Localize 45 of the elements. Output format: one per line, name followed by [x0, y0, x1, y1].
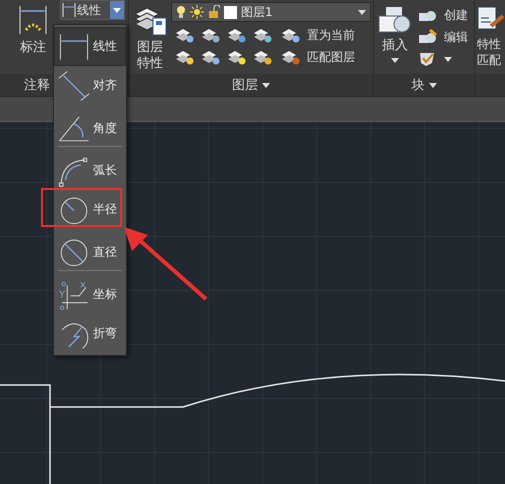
layer-tool-button[interactable]: 匹配图层 — [281, 46, 355, 68]
lightbulb-icon — [176, 5, 186, 19]
block-icon — [418, 29, 438, 45]
caret-icon — [113, 8, 121, 12]
menu-item[interactable]: 弧长 — [54, 151, 126, 190]
layer-tool-icon — [253, 48, 273, 66]
caret-icon — [444, 56, 452, 62]
block-tool-button[interactable]: 创建 — [418, 4, 468, 26]
caret-icon — [428, 82, 436, 88]
menu-item[interactable]: 对齐 — [54, 66, 126, 105]
layer-tool-icon — [175, 48, 195, 66]
panel-title: 图层 — [232, 77, 258, 94]
layer-tool-button[interactable]: 置为当前 — [281, 24, 355, 46]
color-swatch-icon — [224, 6, 237, 18]
caret-icon — [358, 10, 366, 14]
layer-properties-button[interactable]: 图层 特性 — [133, 2, 167, 74]
layer-tool-icon — [201, 48, 221, 66]
caret-icon — [391, 58, 399, 63]
caret-icon — [262, 82, 270, 88]
insert-block-icon — [378, 6, 412, 34]
insert-button[interactable]: 插入 — [378, 2, 412, 74]
layer-tool-icon — [281, 48, 301, 66]
menu-item[interactable]: 线性 — [54, 27, 126, 66]
panel-title: 块 — [412, 77, 424, 94]
dimension-style-dropdown[interactable]: 线性 — [60, 0, 125, 20]
aligned-dimension-icon — [57, 68, 91, 102]
layer-tool-icon — [227, 26, 247, 44]
layer-tool-icon — [253, 26, 273, 44]
layer-dropdown[interactable]: 图层1 — [171, 2, 371, 22]
sun-icon — [190, 5, 204, 19]
layer-tool-icon — [175, 26, 195, 44]
unlock-icon — [208, 5, 220, 19]
menu-item[interactable]: 折弯 — [54, 314, 126, 353]
panel-title: 注释 — [24, 77, 50, 94]
menu-item[interactable]: 坐标 — [54, 275, 126, 314]
layer-tool-icon — [201, 26, 221, 44]
layers-icon — [133, 6, 167, 36]
dimension-button[interactable]: 标注 — [18, 2, 48, 74]
linear-dimension-icon — [61, 2, 77, 18]
layer-tool-icon — [227, 48, 247, 66]
match-properties-button[interactable]: 特性 匹配 — [477, 2, 505, 74]
match-properties-icon — [477, 6, 505, 32]
block-tool-button[interactable]: 编辑 — [418, 26, 468, 48]
layer-tool-icon — [281, 26, 301, 44]
dimension-icon — [18, 6, 48, 36]
